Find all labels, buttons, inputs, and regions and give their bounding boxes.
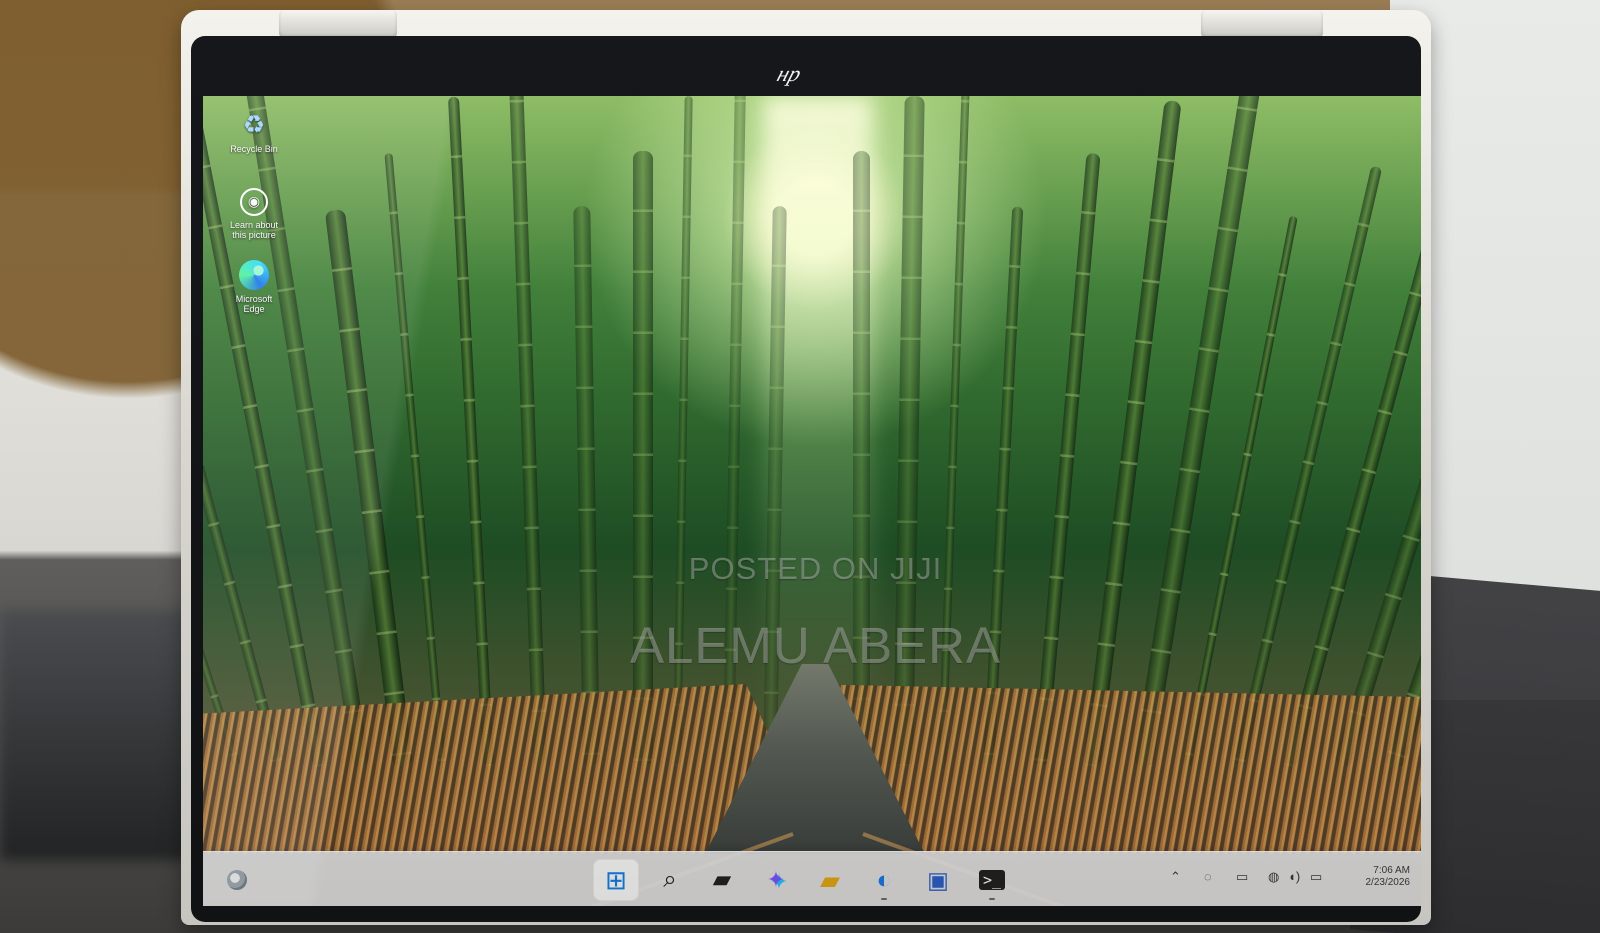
store-icon: ▣ <box>927 867 949 893</box>
microsoft-store-button[interactable]: ▣ <box>915 859 961 901</box>
edge-icon: ◐ <box>876 866 892 894</box>
system-tray: ⌃ ◌ ▭ ◍ ◖) ▭ 7:06 AM 2/23/2026 <box>1170 862 1410 898</box>
desktop-icon-microsoft-edge[interactable]: Microsoft Edge <box>225 260 283 314</box>
clock-date: 2/23/2026 <box>1365 877 1411 888</box>
left-hinge <box>279 10 397 38</box>
desktop-icon-learn-picture[interactable]: ◉ Learn about this picture <box>225 188 283 240</box>
chevron-up-icon[interactable]: ⌃ <box>1170 870 1181 884</box>
taskbar: ⊞ ⌕ ▰ ✦ ▰ ◐ ▣ >_ ⌃ ◌ ▭ ◍ ◖) ▭ 7:06 AM 2/… <box>203 851 1421 906</box>
desktop-icon-recycle-bin[interactable]: ♻ Recycle Bin <box>225 110 283 154</box>
terminal-icon: >_ <box>979 870 1005 890</box>
camera-icon: ◉ <box>240 188 268 216</box>
keyboard-icon[interactable]: ▭ <box>1236 870 1248 884</box>
laptop: ʜp ♻ Recycle Bin ◉ Learn about this pict… <box>181 10 1431 925</box>
learn-picture-label: Learn about this picture <box>229 220 279 240</box>
search-icon: ⌕ <box>663 866 677 893</box>
windows-start-icon: ⊞ <box>605 865 627 895</box>
watermark-posted-on: POSTED ON JIJI <box>688 551 943 586</box>
task-view-icon: ▰ <box>712 866 732 893</box>
watermark-name: ALEMU ABERA <box>630 617 1001 674</box>
copilot-button[interactable]: ✦ <box>753 859 799 901</box>
bamboo-stalk <box>573 205 600 767</box>
recycle-bin-label: Recycle Bin <box>230 144 278 154</box>
taskbar-clock[interactable]: 7:06 AM 2/23/2026 <box>1352 865 1411 889</box>
recycle-bin-icon: ♻ <box>242 111 266 139</box>
bamboo-stalk <box>1183 215 1298 767</box>
task-view-button[interactable]: ▰ <box>699 859 745 901</box>
file-explorer-button[interactable]: ▰ <box>807 859 853 901</box>
folder-icon: ▰ <box>820 865 840 895</box>
chat-icon[interactable]: ◌ <box>1204 870 1212 884</box>
photo-scene: ʜp ♻ Recycle Bin ◉ Learn about this pict… <box>0 0 1600 933</box>
windows-desktop: ♻ Recycle Bin ◉ Learn about this picture… <box>203 96 1421 906</box>
clock-time: 7:06 AM <box>1373 865 1410 876</box>
terminal-button[interactable]: >_ <box>969 859 1015 901</box>
network-icon[interactable]: ◍ <box>1268 870 1279 884</box>
right-hinge <box>1201 10 1323 38</box>
taskbar-apps: ⊞ ⌕ ▰ ✦ ▰ ◐ ▣ >_ <box>593 859 1023 901</box>
volume-icon[interactable]: ◖) <box>1288 870 1300 884</box>
bamboo-stalk <box>983 206 1024 767</box>
edge-icon <box>239 260 269 290</box>
edge-label: Microsoft Edge <box>235 294 273 314</box>
battery-icon[interactable]: ▭ <box>1310 870 1322 884</box>
copilot-icon: ✦ <box>766 867 786 892</box>
start-button[interactable]: ⊞ <box>593 859 639 901</box>
search-button[interactable]: ⌕ <box>647 859 693 901</box>
laptop-bezel: ʜp ♻ Recycle Bin ◉ Learn about this pict… <box>191 36 1421 922</box>
edge-taskbar-button[interactable]: ◐ <box>861 859 907 901</box>
widgets-button[interactable] <box>227 870 247 890</box>
hp-logo: ʜp <box>774 61 805 86</box>
